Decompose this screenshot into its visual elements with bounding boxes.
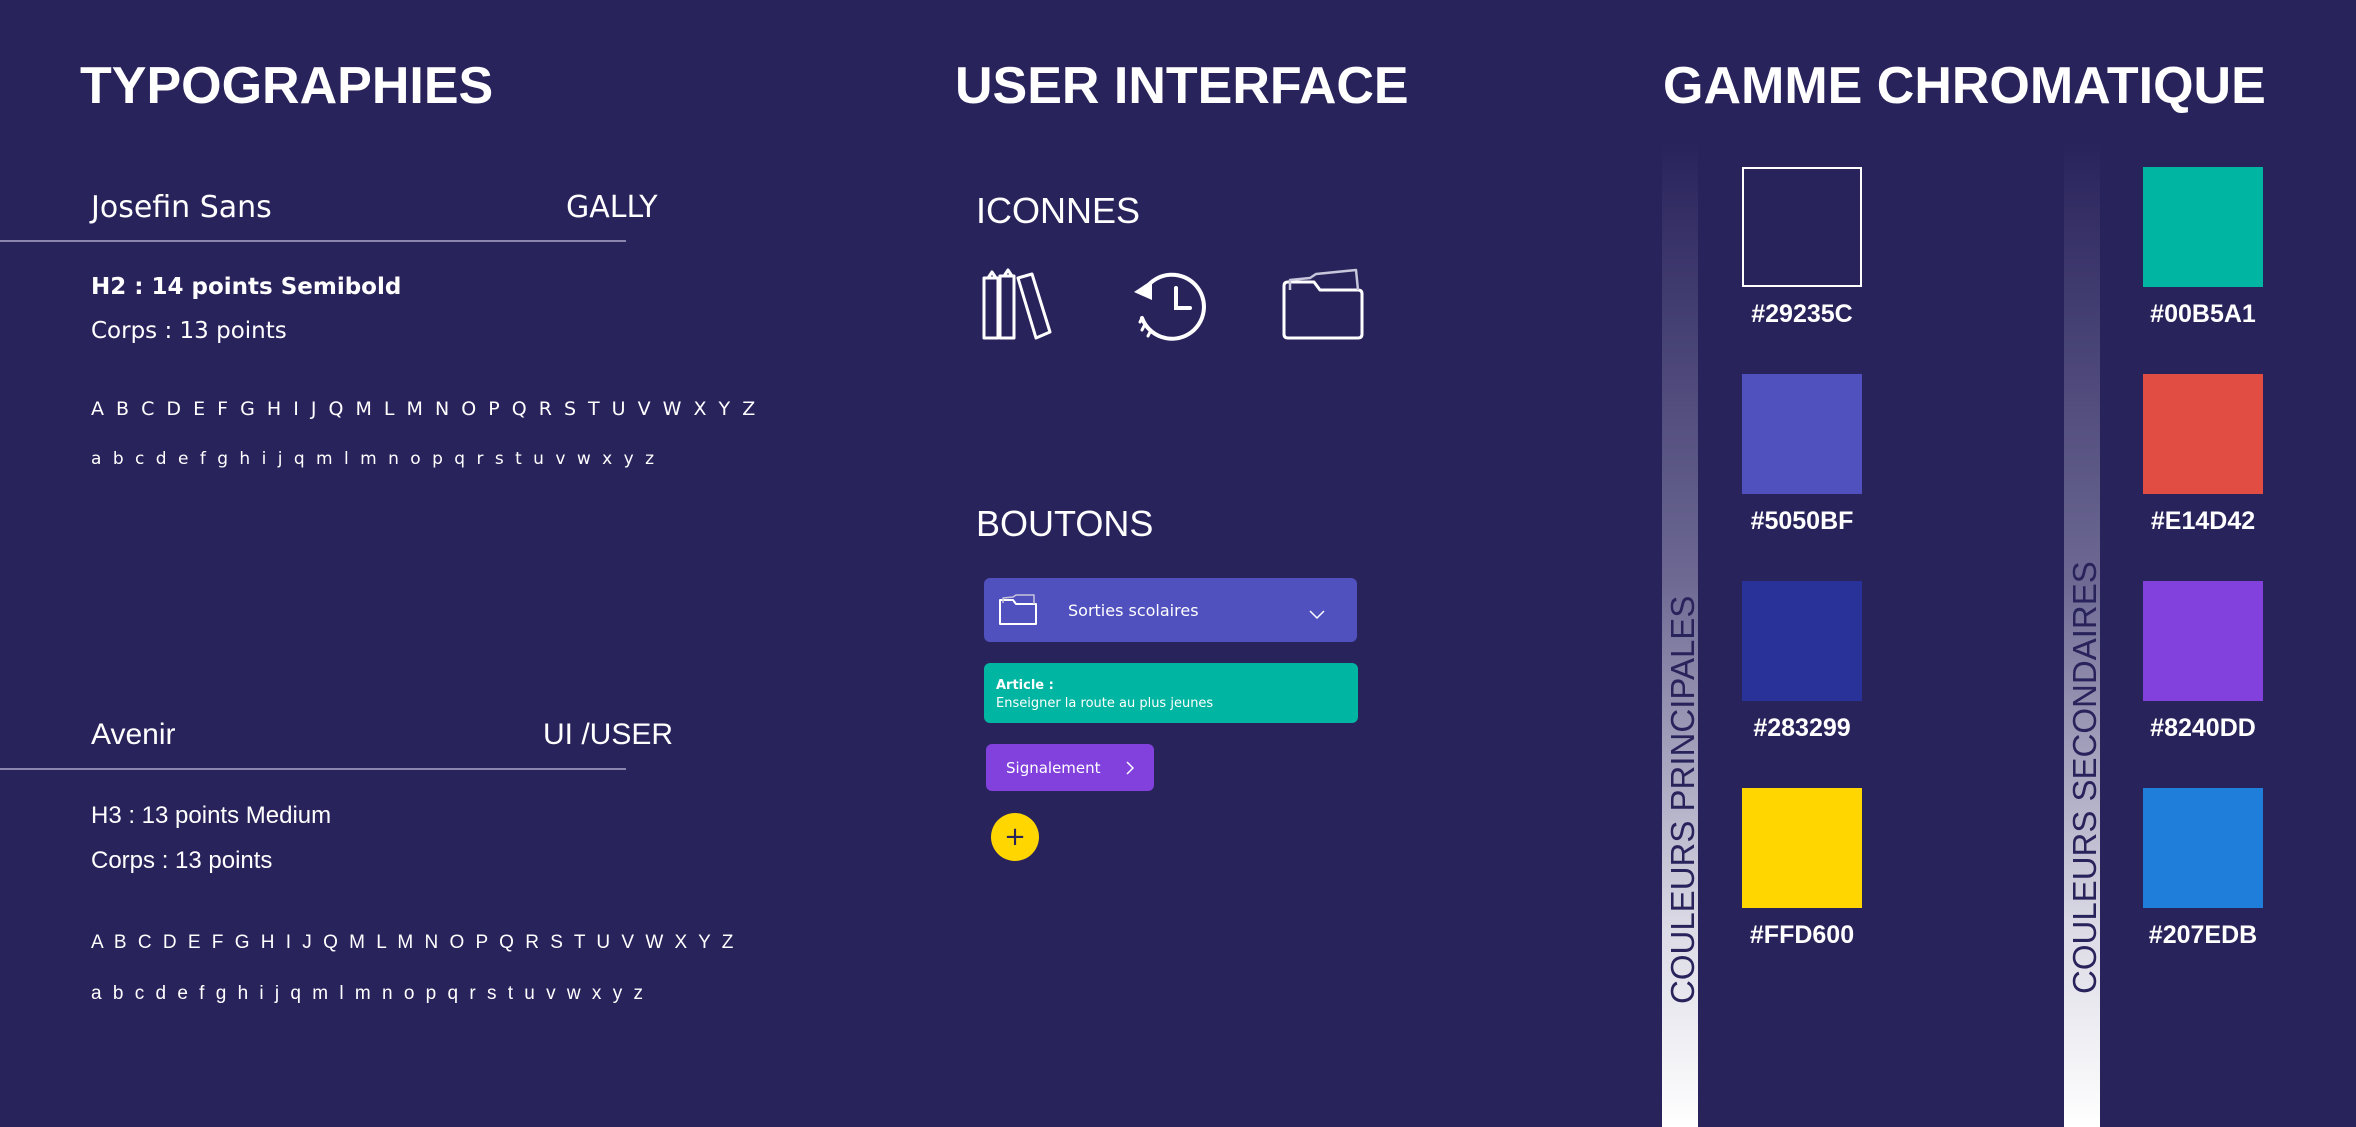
buttons-title: BOUTONS [976, 503, 1154, 544]
color-hex: #207EDB [2148, 921, 2258, 949]
color-swatch [2143, 788, 2263, 908]
body-spec: Corps : 13 points [91, 318, 287, 344]
divider [0, 240, 626, 242]
color-swatch [1742, 581, 1862, 701]
school-outings-dropdown[interactable]: Sorties scolaires [984, 578, 1357, 642]
gamme-chromatique-title: GAMME CHROMATIQUE [1663, 57, 2266, 115]
add-button[interactable]: + [991, 813, 1039, 861]
color-swatch [2143, 581, 2263, 701]
color-hex: #00B5A1 [2150, 300, 2256, 328]
divider [0, 768, 626, 770]
folder-icon [998, 593, 1038, 627]
uppercase-alphabet: A B C D E F G H I J Q M L M N O P Q R S … [91, 932, 737, 953]
chevron-right-icon [1126, 760, 1135, 775]
history-icon [1128, 266, 1208, 344]
plus-icon: + [1004, 822, 1026, 852]
article-label: Article : [996, 678, 1054, 693]
heading-spec: H2 : 14 points Semibold [91, 274, 402, 300]
books-icon [980, 268, 1056, 342]
font-usage-ui-user: UI /USER [543, 718, 674, 751]
color-hex: #29235C [1751, 300, 1853, 328]
color-swatch [2143, 167, 2263, 287]
secondary-colors-label: COULEURS SECONDAIRES [2066, 561, 2103, 994]
primary-colors-label: COULEURS PRINCIPALES [1664, 595, 1701, 1004]
article-card[interactable]: Article : Enseigner la route au plus jeu… [984, 663, 1358, 723]
font-name-josefin: Josefin Sans [91, 190, 272, 225]
color-hex: #E14D42 [2150, 507, 2256, 535]
heading-spec: H3 : 13 points Medium [91, 802, 332, 829]
dropdown-label: Sorties scolaires [1068, 600, 1199, 620]
color-swatch [2143, 374, 2263, 494]
color-swatch [1742, 374, 1862, 494]
lowercase-alphabet: a b c d e f g h i j q m l m n o p q r s … [91, 983, 646, 1004]
report-button[interactable]: Signalement [986, 744, 1154, 791]
folder-icon [1280, 266, 1366, 342]
uppercase-alphabet: A B C D E F G H I J Q M L M N O P Q R S … [91, 398, 759, 420]
font-name-avenir: Avenir [91, 718, 176, 751]
icons-title: ICONNES [976, 190, 1141, 231]
color-hex: #283299 [1753, 714, 1851, 742]
body-spec: Corps : 13 points [91, 847, 273, 874]
lowercase-alphabet: a b c d e f g h i j q m l m n o p q r s … [91, 449, 657, 469]
article-text: Enseigner la route au plus jeunes [996, 696, 1214, 711]
typographies-title: TYPOGRAPHIES [80, 57, 494, 115]
chevron-down-icon [1309, 605, 1325, 620]
user-interface-title: USER INTERFACE [955, 57, 1409, 115]
color-swatch [1742, 788, 1862, 908]
font-usage-gally: GALLY [566, 190, 658, 225]
color-hex: #8240DD [2150, 714, 2256, 742]
color-hex: #FFD600 [1749, 921, 1855, 949]
report-label: Signalement [1006, 758, 1101, 777]
color-swatch [1742, 167, 1862, 287]
color-hex: #5050BF [1750, 507, 1854, 535]
